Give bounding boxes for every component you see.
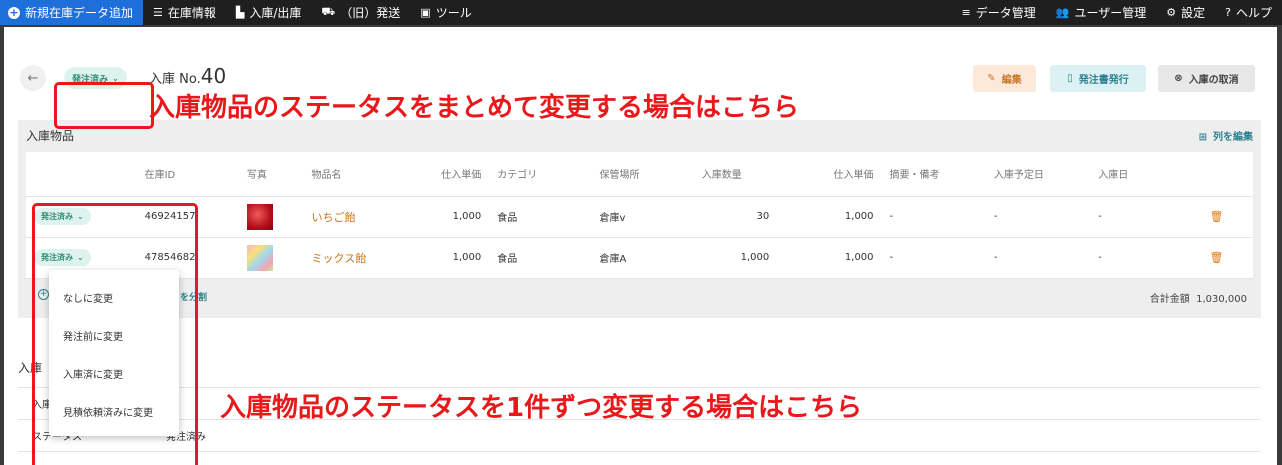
col-note: 摘要・備考 <box>881 152 986 197</box>
nav-data-mgmt-label: データ管理 <box>975 6 1036 20</box>
nav-help-label: ヘルプ <box>1235 6 1272 20</box>
item-name-link[interactable]: ミックス飴 <box>303 237 406 279</box>
document-icon: ▯ <box>1067 73 1073 84</box>
price: 1,000 <box>777 237 882 279</box>
nav-old-shipping-label: （旧）発送 <box>340 6 401 20</box>
edit-button[interactable]: ✎ 編集 <box>973 65 1036 92</box>
edit-columns-button[interactable]: ⊞ 列を編集 <box>1199 128 1253 143</box>
nav-in-out-label: 入庫/出庫 <box>249 6 302 20</box>
table-header-row: 在庫ID 写真 物品名 仕入単価 カテゴリ 保管場所 入庫数量 仕入単価 摘要・… <box>26 152 1253 197</box>
cancel-entry-button[interactable]: ⊗ 入庫の取消 <box>1158 65 1255 92</box>
toolbox-icon: ▣ <box>420 6 431 19</box>
photo-cell <box>238 237 304 279</box>
info-row-next <box>18 451 1261 465</box>
close-circle-icon: ⊗ <box>1174 73 1183 84</box>
back-button[interactable]: ← <box>20 65 46 91</box>
nav-stock-info-label: 在庫情報 <box>167 6 216 20</box>
total-amount: 合計金額 1,030,000 <box>1150 290 1247 305</box>
total-value: 1,030,000 <box>1196 294 1247 305</box>
col-category: カテゴリ <box>489 152 592 197</box>
photo-cell <box>238 196 304 238</box>
col-unit-price: 仕入単価 <box>405 152 490 197</box>
quantity: 30 <box>693 196 778 238</box>
annotation-rows-text: 入庫物品のステータスを1件ずつ変更する場合はこちら <box>220 393 863 423</box>
scheduled-date: - <box>985 237 1091 279</box>
col-quantity: 入庫数量 <box>693 152 778 197</box>
actions-cell: 🗑 <box>1179 196 1253 238</box>
filter-lines-icon: ≡ <box>961 6 971 19</box>
col-stock-id: 在庫ID <box>136 152 239 197</box>
plus-circle-icon: + <box>8 5 20 19</box>
list-icon: ☰ <box>153 6 163 19</box>
nav-help[interactable]: ? ヘルプ <box>1215 0 1282 25</box>
note: - <box>881 237 986 279</box>
quantity: 1,000 <box>693 237 778 279</box>
cancel-entry-label: 入庫の取消 <box>1188 75 1239 86</box>
nav-settings[interactable]: ⚙ 設定 <box>1156 0 1215 25</box>
unit-price: 1,000 <box>405 237 490 279</box>
help-icon: ? <box>1225 6 1231 19</box>
page-content: ← 発注済み ⌄ 入庫 No.40 ✎ 編集 ▯ 発注書発行 ⊗ 入庫の取消 入… <box>4 27 1277 465</box>
col-item-name: 物品名 <box>303 152 406 197</box>
table-row: 発注済み ⌄ 47854682 ミックス飴 1,000 食品 倉庫A 1,000… <box>26 237 1253 279</box>
trash-icon[interactable]: 🗑 <box>1209 210 1223 223</box>
col-photo: 写真 <box>238 152 304 197</box>
title-prefix: 入庫 No. <box>149 72 201 87</box>
top-nav: + 新規在庫データ追加 ☰ 在庫情報 ▙ 入庫/出庫 ⛟ （旧）発送 ▣ ツール… <box>0 0 1282 25</box>
col-scheduled-date: 入庫予定日 <box>985 152 1091 197</box>
nav-in-out[interactable]: ▙ 入庫/出庫 <box>226 0 312 25</box>
gear-icon: ⚙ <box>1166 6 1177 19</box>
nav-old-shipping[interactable]: ⛟ （旧）発送 <box>311 0 410 25</box>
edit-label: 編集 <box>1001 75 1022 86</box>
issue-order-label: 発注書発行 <box>1078 75 1129 86</box>
new-stock-label: 新規在庫データ追加 <box>25 6 134 20</box>
items-table: 在庫ID 写真 物品名 仕入単価 カテゴリ 保管場所 入庫数量 仕入単価 摘要・… <box>26 152 1253 279</box>
price: 1,000 <box>777 196 882 238</box>
annotation-box-rows <box>32 203 198 465</box>
entry-date: - <box>1090 196 1180 238</box>
issue-order-button[interactable]: ▯ 発注書発行 <box>1050 65 1146 92</box>
col-actions <box>1179 152 1253 197</box>
entry-date: - <box>1090 237 1180 279</box>
users-icon: 👥 <box>1055 6 1070 19</box>
items-panel: 入庫物品 ⊞ 列を編集 在庫ID 写真 物品名 仕入単価 カテゴリ 保管場所 入庫… <box>18 120 1261 318</box>
nav-user-mgmt-label: ユーザー管理 <box>1074 6 1147 20</box>
annotation-box-bulk <box>54 82 154 129</box>
table-row: 発注済み ⌄ 46924157 いちご飴 1,000 食品 倉庫v 30 1,0… <box>26 196 1253 238</box>
col-location: 保管場所 <box>591 152 694 197</box>
edit-columns-label: 列を編集 <box>1213 132 1253 143</box>
add-column-icon: ⊞ <box>1198 132 1207 143</box>
col-status <box>26 152 137 197</box>
annotation-bulk-text: 入庫物品のステータスをまとめて変更する場合はこちら <box>149 93 800 123</box>
category: 食品 <box>489 196 592 238</box>
col-price: 仕入単価 <box>777 152 882 197</box>
nav-tools-label: ツール <box>435 6 472 20</box>
col-entry-date: 入庫日 <box>1090 152 1180 197</box>
page-title: 入庫 No.40 <box>149 64 226 88</box>
item-photo[interactable] <box>246 244 273 271</box>
location: 倉庫v <box>591 196 694 238</box>
item-photo[interactable] <box>246 203 273 230</box>
arrow-left-icon: ← <box>27 70 39 86</box>
actions-cell: 🗑 <box>1179 237 1253 279</box>
truck-icon: ⛟ <box>321 5 336 18</box>
nav-stock-info[interactable]: ☰ 在庫情報 <box>143 0 226 25</box>
dolly-icon: ▙ <box>235 6 245 19</box>
location: 倉庫A <box>591 237 694 279</box>
nav-user-mgmt[interactable]: 👥 ユーザー管理 <box>1046 0 1156 25</box>
category: 食品 <box>489 237 592 279</box>
nav-data-mgmt[interactable]: ≡ データ管理 <box>952 0 1046 25</box>
trash-icon[interactable]: 🗑 <box>1209 251 1223 264</box>
new-stock-button[interactable]: + 新規在庫データ追加 <box>0 0 144 25</box>
item-name-link[interactable]: いちご飴 <box>303 196 406 238</box>
nav-tools[interactable]: ▣ ツール <box>410 0 481 25</box>
nav-settings-label: 設定 <box>1181 6 1206 20</box>
note: - <box>881 196 986 238</box>
title-number: 40 <box>200 64 227 88</box>
scheduled-date: - <box>985 196 1091 238</box>
unit-price: 1,000 <box>405 196 490 238</box>
items-panel-title: 入庫物品 <box>26 129 75 143</box>
pencil-icon: ✎ <box>987 73 996 84</box>
total-label: 合計金額 <box>1149 294 1190 305</box>
